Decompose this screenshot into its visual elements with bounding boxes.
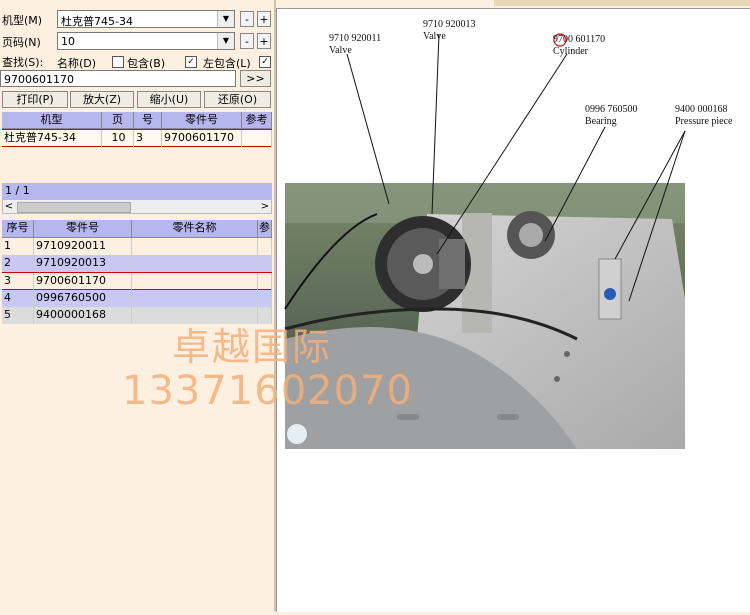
model-value: 杜克普745-34 (61, 15, 133, 28)
page-indicator-text: 1 / 1 (5, 184, 30, 197)
table-row[interactable]: 1 9710920011 (2, 238, 272, 255)
col-header-part-name[interactable]: 零件名称 (132, 220, 258, 238)
cell-index: 5 (2, 307, 34, 324)
search-input[interactable]: 9700601170 (0, 70, 236, 87)
search-go-button[interactable]: >> (240, 70, 271, 87)
horizontal-scrollbar[interactable]: < > (2, 199, 272, 214)
cell-part-name (132, 238, 258, 255)
page-minus-button[interactable]: - (240, 33, 254, 49)
search-label: 查找(S): (2, 56, 44, 69)
cell-index: 3 (2, 273, 34, 290)
label-valve-1-number: 9710 920011 (329, 33, 382, 44)
cell-index: 2 (2, 255, 34, 272)
top-strip (494, 0, 750, 6)
diagram-panel: 9710 920011 Valve 9710 920013 Valve 9700… (276, 8, 750, 612)
cell-ref (258, 255, 272, 272)
label-pressure-piece-number: 9400 000168 (675, 104, 728, 115)
left-include-label: 左包含(L) (203, 57, 251, 70)
cell-ref (258, 290, 272, 307)
cell-num: 3 (134, 130, 162, 147)
print-button[interactable]: 打印(P) (2, 91, 68, 108)
label-valve-2-name: Valve (423, 31, 446, 42)
label-pressure-piece[interactable]: 9400 000168 Pressure piece (675, 104, 732, 128)
cell-part-name (132, 273, 258, 290)
table-row[interactable]: 4 0996760500 (2, 290, 272, 307)
table-row[interactable]: 杜克普745-34 10 3 9700601170 (2, 129, 272, 147)
restore-button[interactable]: 还原(O) (204, 91, 271, 108)
name-radio-label[interactable]: 名称(D) (57, 55, 96, 71)
cell-part-name (132, 290, 258, 307)
watermark-phone: 13371602070 (122, 368, 413, 414)
col-header-page[interactable]: 页 (102, 112, 134, 129)
cell-ref (258, 273, 272, 290)
zoom-in-button[interactable]: 放大(Z) (70, 91, 134, 108)
page-value: 10 (61, 35, 75, 48)
cell-part-number: 9710920013 (34, 255, 132, 272)
label-cylinder[interactable]: 9700 601170 Cylinder (553, 34, 605, 58)
cell-index: 1 (2, 238, 34, 255)
left-panel: 机型(M) 杜克普745-34 ▼ - + 页码(N) 10 ▼ - + 查找(… (0, 0, 274, 611)
cell-page: 10 (102, 130, 134, 147)
zoom-out-button[interactable]: 缩小(U) (137, 91, 201, 108)
col-header-part[interactable]: 零件号 (162, 112, 242, 129)
col-header-num[interactable]: 号 (134, 112, 162, 129)
cell-ref (258, 238, 272, 255)
include-label: 包含(B) (127, 57, 166, 70)
watermark-text: 卓越国际 (172, 325, 333, 369)
model-label: 机型(M) (2, 14, 43, 27)
scroll-left-arrow-icon[interactable]: < (3, 200, 15, 213)
model-minus-button[interactable]: - (240, 11, 254, 27)
extra-checkbox[interactable]: ✓ (259, 56, 271, 68)
col-header-model[interactable]: 机型 (2, 112, 102, 129)
label-valve-2-number: 9710 920013 (423, 19, 476, 30)
page-plus-button[interactable]: + (257, 33, 271, 49)
cell-ref (242, 130, 272, 147)
table-row[interactable]: 2 9710920013 (2, 255, 272, 272)
col-header-part-number[interactable]: 零件号 (34, 220, 132, 238)
model-plus-button[interactable]: + (257, 11, 271, 27)
result-grid: 机型 页 号 零件号 参考 杜克普745-34 10 3 9700601170 (2, 112, 272, 182)
cell-part-number: 9710920011 (34, 238, 132, 255)
cell-index: 4 (2, 290, 34, 307)
page-combo[interactable]: 10 ▼ (57, 32, 235, 50)
col-header-ref[interactable]: 参 (258, 220, 272, 238)
scroll-right-arrow-icon[interactable]: > (259, 200, 271, 213)
parts-diagram (284, 33, 686, 449)
label-bearing-name: Bearing (585, 116, 617, 127)
model-combo[interactable]: 杜克普745-34 ▼ (57, 10, 235, 28)
col-header-ref[interactable]: 参考 (242, 112, 272, 129)
page-indicator: 1 / 1 (2, 183, 272, 199)
chevron-down-icon[interactable]: ▼ (217, 11, 234, 27)
col-header-index[interactable]: 序号 (2, 220, 34, 238)
label-cylinder-number: 9700 601170 (553, 34, 606, 45)
table-row[interactable]: 3 9700601170 (2, 272, 272, 290)
label-cylinder-name: Cylinder (553, 46, 588, 57)
cell-part-number: 9400000168 (34, 307, 132, 324)
cell-part-name (132, 255, 258, 272)
label-bearing-number: 0996 760500 (585, 104, 638, 115)
label-valve-2[interactable]: 9710 920013 Valve (423, 19, 476, 43)
label-valve-1[interactable]: 9710 920011 Valve (329, 33, 381, 57)
label-valve-1-name: Valve (329, 45, 352, 56)
scroll-thumb[interactable] (17, 202, 131, 213)
cell-model: 杜克普745-34 (2, 130, 102, 147)
left-include-checkbox[interactable]: ✓ (185, 56, 197, 68)
page-label: 页码(N) (2, 36, 41, 49)
cell-part-number: 0996760500 (34, 290, 132, 307)
cell-part: 9700601170 (162, 130, 242, 147)
label-bearing[interactable]: 0996 760500 Bearing (585, 104, 638, 128)
chevron-down-icon[interactable]: ▼ (217, 33, 234, 49)
include-checkbox[interactable] (112, 56, 124, 68)
search-value: 9700601170 (4, 73, 74, 86)
label-pressure-piece-name: Pressure piece (675, 116, 733, 127)
parts-grid: 序号 零件号 零件名称 参 1 9710920011 2 9710920013 … (2, 220, 272, 610)
cell-part-number: 9700601170 (34, 273, 132, 290)
